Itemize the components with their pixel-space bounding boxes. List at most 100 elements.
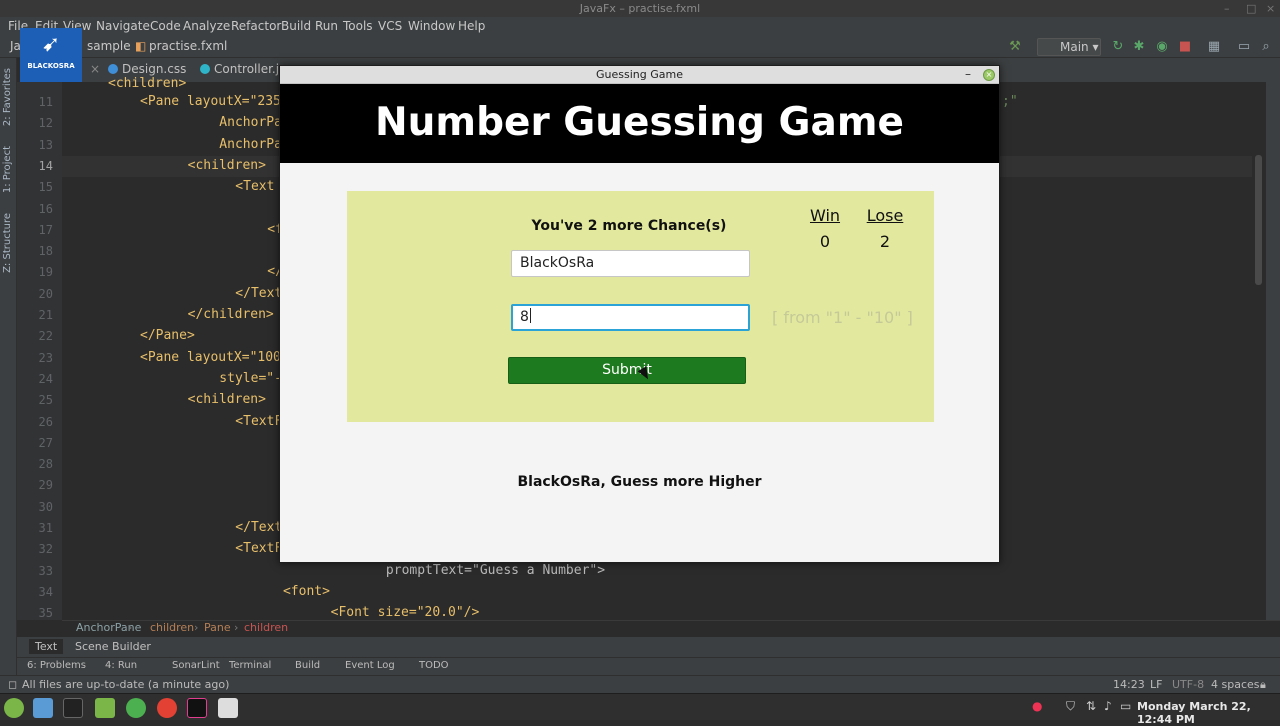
side-label-structure[interactable]: Z: Structure	[2, 213, 13, 273]
guess-value: 8	[520, 309, 529, 325]
code-line: ;"	[1002, 94, 1018, 109]
menu-item-tools[interactable]: Tools	[339, 17, 377, 36]
status-indent[interactable]: 4 spaces	[1211, 678, 1260, 691]
search-everywhere-icon[interactable]: ⌕	[1258, 39, 1274, 55]
line-number-gutter: 11 12 13 14 15 16 17 18 19 20 21 22 23 24 25 26 27 28 29 30…	[17, 82, 62, 620]
menu-item-build[interactable]: Build	[277, 17, 315, 36]
mint-menu-icon[interactable]	[4, 698, 24, 718]
menu-item-analyze[interactable]: Analyze	[179, 17, 234, 36]
java-class-icon	[200, 64, 210, 74]
files-icon[interactable]	[95, 698, 115, 718]
network-icon[interactable]: ⇅	[1086, 699, 1096, 713]
tab-close-icon[interactable]: ×	[90, 62, 100, 76]
line-number: 29	[38, 478, 53, 493]
game-header-title: Number Guessing Game	[280, 84, 999, 163]
ide-minimize-button[interactable]: –	[1224, 0, 1230, 17]
right-tool-strip	[1266, 58, 1280, 678]
tab-design-css[interactable]: Design.css	[108, 62, 186, 76]
text-caret	[529, 308, 531, 323]
menu-item-window[interactable]: Window	[404, 17, 459, 36]
line-number: 13	[38, 137, 53, 152]
tool-window-build[interactable]: Build	[295, 660, 320, 671]
line-number: 35	[38, 606, 53, 621]
ide-statusbar: ◻ All files are up-to-date (a minute ago…	[0, 675, 1280, 693]
volume-icon[interactable]: ♪	[1104, 699, 1112, 713]
line-number: 32	[38, 542, 53, 557]
show-desktop-icon[interactable]	[33, 698, 53, 718]
code-line: <Pane layoutX="235	[140, 94, 281, 109]
line-number: 27	[38, 435, 53, 450]
player-name-field[interactable]: BlackOsRa	[511, 250, 750, 277]
tool-window-event-log[interactable]: Event Log	[345, 660, 395, 671]
line-number: 30	[38, 499, 53, 514]
tool-window-sonarlint[interactable]: SonarLint	[172, 660, 220, 671]
debug-bug-icon[interactable]: ✱	[1131, 39, 1147, 55]
code-line: </Text>	[204, 285, 291, 301]
rerun-icon[interactable]: ↻	[1110, 39, 1126, 55]
side-label-project[interactable]: 1: Project	[2, 146, 13, 193]
submit-button[interactable]: Submit	[508, 357, 746, 384]
record-icon[interactable]: ●	[1032, 699, 1042, 713]
coverage-icon[interactable]: ◉	[1154, 39, 1170, 55]
game-close-button[interactable]: ×	[983, 69, 995, 81]
line-number: 22	[38, 329, 53, 344]
crumb-pane[interactable]: Pane	[204, 621, 231, 634]
line-number: 28	[38, 457, 53, 472]
shield-icon[interactable]: ⛉	[1066, 699, 1075, 714]
project-structure-icon[interactable]: ▦	[1206, 39, 1222, 55]
nav-crumb-package[interactable]: sample	[87, 39, 131, 53]
guess-number-field[interactable]: 8	[511, 304, 750, 331]
terminal-icon[interactable]	[63, 698, 83, 718]
os-taskbar: ● ⛉ ⇅ ♪ ▭ Monday March 22, 12:44 PM	[0, 693, 1280, 726]
menu-item-run[interactable]: Run	[311, 17, 342, 36]
layout-icon[interactable]: ▭	[1236, 39, 1252, 55]
build-hammer-icon[interactable]: ⚒	[1007, 39, 1023, 55]
code-line: promptText="Guess a Number">	[292, 562, 606, 578]
menu-item-help[interactable]: Help	[454, 17, 489, 36]
line-number: 19	[38, 265, 53, 280]
line-number: 14	[38, 158, 53, 173]
game-panel: You've 2 more Chance(s) Win Lose 0 2 Bla…	[347, 191, 934, 422]
tool-window-todo[interactable]: TODO	[419, 660, 449, 671]
status-encoding[interactable]: UTF-8	[1172, 678, 1204, 691]
tool-window-6-problems[interactable]: 6: Problems	[27, 660, 86, 671]
game-minimize-button[interactable]: –	[965, 66, 971, 82]
tool-window-terminal[interactable]: Terminal	[229, 660, 271, 671]
tab-text[interactable]: Text	[29, 639, 64, 654]
battery-icon[interactable]: ▭	[1120, 699, 1131, 713]
side-label-favorites[interactable]: 2: Favorites	[2, 68, 13, 126]
nav-crumb-file[interactable]: practise.fxml	[149, 39, 227, 53]
status-line-separator[interactable]: LF	[1150, 678, 1162, 691]
menu-item-vcs[interactable]: VCS	[374, 17, 406, 36]
line-number: 21	[38, 308, 53, 322]
ide-maximize-button[interactable]: □	[1246, 0, 1256, 17]
left-tool-strip: 2: Favorites 1: Project Z: Structure	[0, 58, 17, 678]
code-line: <Pane layoutX="100	[140, 349, 281, 365]
java-app-icon[interactable]	[218, 698, 238, 718]
ide-navbar: Ja sample ◧ practise.fxml ⚒ Main ▾ ↻ ✱ ◉…	[0, 36, 1280, 58]
line-number: 25	[38, 393, 53, 408]
sublime-icon[interactable]	[126, 698, 146, 718]
clock[interactable]: Monday March 22, 12:44 PM	[1137, 700, 1280, 726]
line-number: 24	[38, 371, 53, 386]
tool-window-4-run[interactable]: 4: Run	[105, 660, 137, 671]
menu-item-navigate[interactable]: Navigate	[92, 17, 154, 36]
result-message: BlackOsRa, Guess more Higher	[517, 474, 762, 490]
tab-label: Design.css	[122, 62, 187, 76]
editor-scrollbar[interactable]	[1255, 155, 1262, 285]
line-number: 15	[38, 180, 53, 195]
ide-close-button[interactable]: ×	[1266, 0, 1275, 17]
status-lock-icon[interactable]: 🔒︎	[1260, 678, 1266, 692]
line-number: 11	[38, 95, 53, 109]
tab-scene-builder[interactable]: Scene Builder	[69, 639, 157, 654]
intellij-icon[interactable]	[187, 698, 207, 718]
stop-icon[interactable]: ■	[1177, 39, 1193, 55]
crumb-children-current[interactable]: children	[244, 621, 288, 634]
line-number: 34	[38, 584, 53, 599]
crumb-children[interactable]: children	[150, 621, 194, 634]
chrome-icon[interactable]	[157, 698, 177, 718]
status-caret-position[interactable]: 14:23	[1113, 678, 1145, 691]
crumb-separator: ›	[234, 621, 239, 634]
game-titlebar[interactable]: Guessing Game – ×	[280, 66, 999, 84]
run-configuration-select[interactable]: Main ▾	[1037, 38, 1101, 56]
